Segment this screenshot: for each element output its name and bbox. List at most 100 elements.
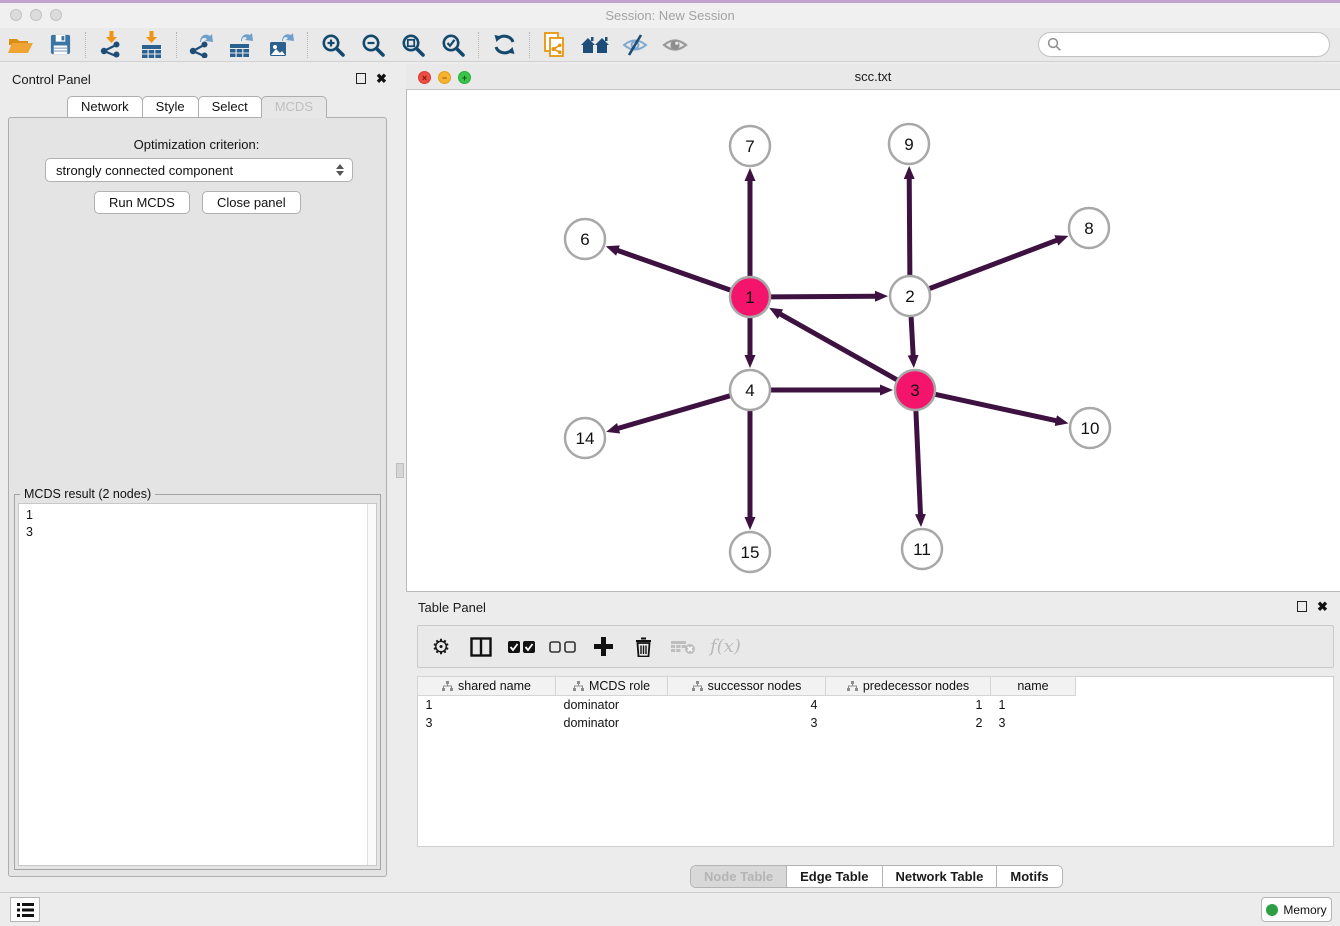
zoom-selected-button[interactable] <box>433 30 473 60</box>
run-mcds-button[interactable]: Run MCDS <box>94 191 190 214</box>
checked-boxes-icon <box>508 641 535 653</box>
cell-predecessor-nodes[interactable]: 2 <box>826 714 991 732</box>
export-table-button[interactable] <box>222 30 262 60</box>
optimization-criterion-label: Optimization criterion: <box>0 137 393 152</box>
unselect-all-columns-button[interactable] <box>549 630 576 664</box>
tab-select[interactable]: Select <box>198 96 262 118</box>
cell-shared-name[interactable]: 1 <box>418 696 556 714</box>
close-panel-icon[interactable]: ✖ <box>1317 601 1328 612</box>
tab-motifs[interactable]: Motifs <box>997 866 1061 887</box>
edge-3-10[interactable] <box>935 394 1057 421</box>
show-log-button[interactable] <box>10 897 40 922</box>
zoom-out-button[interactable] <box>353 30 393 60</box>
zoom-in-button[interactable] <box>313 30 353 60</box>
graph-node-11[interactable]: 11 <box>902 529 942 569</box>
column-header-predecessor-nodes[interactable]: predecessor nodes <box>826 677 991 696</box>
home-button[interactable] <box>575 30 615 60</box>
float-panel-icon[interactable] <box>356 73 366 84</box>
edge-1-6[interactable] <box>617 250 731 290</box>
table-toolbar: ⚙ f(x) <box>417 625 1334 668</box>
edge-3-1[interactable] <box>780 314 898 380</box>
maximize-network-button[interactable]: + <box>458 71 471 84</box>
graph-node-15[interactable]: 15 <box>730 532 770 572</box>
import-table-button[interactable] <box>131 30 171 60</box>
tab-style[interactable]: Style <box>142 96 199 118</box>
column-header-successor-nodes[interactable]: successor nodes <box>668 677 826 696</box>
graph-node-6[interactable]: 6 <box>565 219 605 259</box>
edge-2-8[interactable] <box>929 240 1058 289</box>
close-panel-icon[interactable]: ✖ <box>376 73 387 84</box>
graph-node-1[interactable]: 1 <box>730 277 770 317</box>
float-panel-icon[interactable] <box>1297 601 1307 612</box>
close-network-button[interactable]: × <box>418 71 431 84</box>
cell-name[interactable]: 3 <box>991 714 1076 732</box>
show-columns-button[interactable] <box>468 630 494 664</box>
toolbar-separator <box>478 32 479 58</box>
cell-mcds-role[interactable]: dominator <box>556 696 668 714</box>
graph-node-7[interactable]: 7 <box>730 126 770 166</box>
show-graphics-details-button[interactable] <box>655 30 695 60</box>
tab-network[interactable]: Network <box>67 96 143 118</box>
mcds-result-text[interactable]: 1 3 <box>18 503 377 866</box>
column-header-mcds-role[interactable]: MCDS role <box>556 677 668 696</box>
zoom-window-button[interactable] <box>50 9 62 21</box>
toolbar-separator <box>176 32 177 58</box>
graph-node-3[interactable]: 3 <box>895 370 935 410</box>
select-all-columns-button[interactable] <box>508 630 535 664</box>
import-network-button[interactable] <box>91 30 131 60</box>
edge-1-2[interactable] <box>770 296 876 297</box>
edge-3-11[interactable] <box>916 410 921 515</box>
tab-node-table[interactable]: Node Table <box>691 866 787 887</box>
graph-node-14[interactable]: 14 <box>565 418 605 458</box>
result-scrollbar[interactable] <box>367 504 376 865</box>
cell-predecessor-nodes[interactable]: 1 <box>826 696 991 714</box>
close-window-button[interactable] <box>10 9 22 21</box>
edge-2-3[interactable] <box>911 316 913 356</box>
hide-graphics-details-button[interactable] <box>615 30 655 60</box>
graph-node-4[interactable]: 4 <box>730 370 770 410</box>
cell-shared-name[interactable]: 3 <box>418 714 556 732</box>
graph-node-9[interactable]: 9 <box>889 124 929 164</box>
create-new-column-button[interactable] <box>590 630 616 664</box>
open-session-button[interactable] <box>0 30 40 60</box>
cell-successor-nodes[interactable]: 3 <box>668 714 826 732</box>
graph-node-2[interactable]: 2 <box>890 276 930 316</box>
graph-node-8[interactable]: 8 <box>1069 208 1109 248</box>
export-image-button[interactable] <box>262 30 302 60</box>
network-graph-canvas[interactable]: 1 2 3 4 6 7 8 9 10 11 14 15 <box>406 90 1340 592</box>
control-panel-title: Control Panel <box>12 72 91 87</box>
search-input[interactable] <box>1038 32 1330 57</box>
cell-mcds-role[interactable]: dominator <box>556 714 668 732</box>
save-session-button[interactable] <box>40 30 80 60</box>
memory-button[interactable]: Memory <box>1261 897 1332 922</box>
close-panel-button[interactable]: Close panel <box>202 191 301 214</box>
cell-name[interactable]: 1 <box>991 696 1076 714</box>
network-window-controls: × − + <box>418 71 471 84</box>
trash-icon <box>635 637 652 657</box>
column-header-name[interactable]: name <box>991 677 1076 696</box>
tab-network-table[interactable]: Network Table <box>883 866 998 887</box>
tab-edge-table[interactable]: Edge Table <box>787 866 882 887</box>
tab-mcds[interactable]: MCDS <box>261 96 327 118</box>
delete-table-button-disabled[interactable] <box>670 630 696 664</box>
node-label: 1 <box>745 288 754 307</box>
edge-2-9[interactable] <box>909 178 910 276</box>
delete-columns-button[interactable] <box>630 630 656 664</box>
minimize-network-button[interactable]: − <box>438 71 451 84</box>
edge-4-14[interactable] <box>618 396 731 429</box>
new-network-from-file-button[interactable] <box>535 30 575 60</box>
zoom-fit-button[interactable] <box>393 30 433 60</box>
vertical-splitter-handle[interactable] <box>396 463 404 478</box>
graph-node-10[interactable]: 10 <box>1070 408 1110 448</box>
cell-successor-nodes[interactable]: 4 <box>668 696 826 714</box>
table-settings-button[interactable]: ⚙ <box>428 630 454 664</box>
optimization-criterion-select[interactable]: strongly connected component <box>45 158 353 182</box>
table-row[interactable]: 3 dominator 3 2 3 <box>418 714 1076 732</box>
export-network-button[interactable] <box>182 30 222 60</box>
refresh-button[interactable] <box>484 30 524 60</box>
function-builder-button-disabled[interactable]: f(x) <box>710 630 741 664</box>
table-row[interactable]: 1 dominator 4 1 1 <box>418 696 1076 714</box>
minimize-window-button[interactable] <box>30 9 42 21</box>
column-header-shared-name[interactable]: shared name <box>418 677 556 696</box>
refresh-icon <box>492 32 517 57</box>
